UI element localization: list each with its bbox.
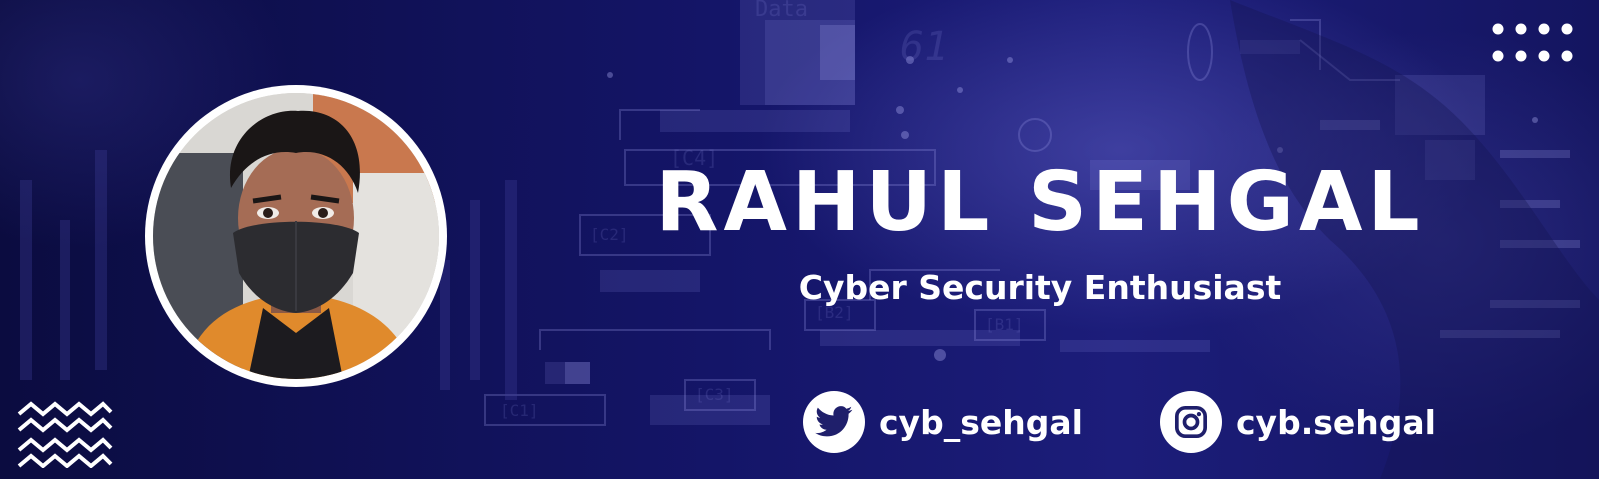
svg-text:Data: Data [755, 0, 808, 22]
svg-text:[B1]: [B1] [985, 315, 1024, 334]
svg-text:[C3]: [C3] [695, 385, 734, 404]
avatar [153, 93, 439, 379]
instagram-icon [1160, 391, 1222, 453]
twitter-handle: cyb_sehgal [879, 402, 1083, 442]
instagram-link[interactable]: cyb.sehgal [1160, 391, 1436, 453]
instagram-handle: cyb.sehgal [1236, 402, 1436, 442]
svg-text:[C1]: [C1] [500, 401, 539, 420]
svg-text:61: 61 [900, 24, 948, 70]
zigzag-lines-icon [17, 401, 113, 468]
profile-banner: Data [C4] [C2] [B2] [B1] [C3] [C1] 61 RA… [0, 0, 1599, 479]
profile-title: Cyber Security Enthusiast [798, 268, 1282, 307]
profile-name: RAHUL SEHGAL [655, 155, 1425, 250]
dot-grid-icon [1492, 23, 1573, 62]
twitter-bird-icon [803, 391, 865, 453]
twitter-link[interactable]: cyb_sehgal [803, 391, 1083, 453]
profile-photo [153, 93, 439, 379]
